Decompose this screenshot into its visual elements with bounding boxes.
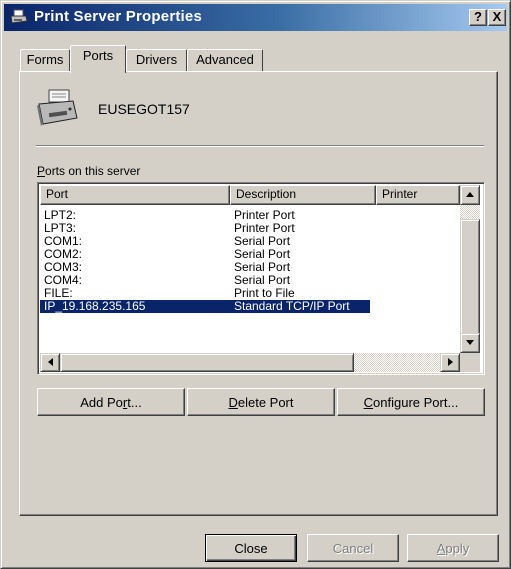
configure-port-button[interactable]: Configure Port... xyxy=(337,388,485,416)
server-name: EUSEGOT157 xyxy=(98,101,190,117)
delete-port-button[interactable]: Delete Port xyxy=(187,388,335,416)
help-button[interactable]: ? xyxy=(469,9,487,26)
scroll-up-button[interactable] xyxy=(460,185,480,205)
apply-button[interactable]: Apply xyxy=(407,534,499,562)
arrow-up-icon xyxy=(466,192,474,197)
horizontal-scroll-thumb[interactable] xyxy=(60,353,354,372)
close-button[interactable]: Close xyxy=(205,534,297,562)
printer-icon xyxy=(10,9,28,24)
vertical-scroll-thumb[interactable] xyxy=(460,219,480,337)
ports-list[interactable]: Port Description Printer LPT2: Printer P… xyxy=(37,182,485,375)
horizontal-scrollbar[interactable] xyxy=(40,353,460,372)
separator-line xyxy=(36,145,484,147)
tab-forms[interactable]: Forms xyxy=(20,49,70,71)
scrollbar-corner xyxy=(460,353,480,372)
scroll-right-button[interactable] xyxy=(440,353,460,372)
column-header-port[interactable]: Port xyxy=(40,185,230,205)
add-port-button[interactable]: Add Port... xyxy=(37,388,185,416)
arrow-left-icon xyxy=(47,358,53,366)
tab-advanced[interactable]: Advanced xyxy=(187,49,263,71)
cancel-button[interactable]: Cancel xyxy=(307,534,399,562)
window-title: Print Server Properties xyxy=(34,8,203,25)
arrow-down-icon xyxy=(466,340,474,345)
vertical-scrollbar[interactable] xyxy=(460,185,480,353)
column-header-printer[interactable]: Printer xyxy=(376,185,460,205)
port-cell: IP_19.168.235.165 xyxy=(44,299,146,313)
scroll-left-button[interactable] xyxy=(40,353,60,372)
ports-on-server-label: Ports on this server xyxy=(37,164,141,178)
column-header-description[interactable]: Description xyxy=(230,185,376,205)
print-server-properties-dialog: Print Server Properties ? X Forms Ports … xyxy=(0,0,511,569)
tab-drivers[interactable]: Drivers xyxy=(126,49,187,71)
list-item-selected[interactable]: IP_19.168.235.165 Standard TCP/IP Port xyxy=(40,300,370,313)
close-window-button[interactable]: X xyxy=(488,9,506,26)
title-bar[interactable]: Print Server Properties ? X xyxy=(4,4,507,31)
scroll-down-button[interactable] xyxy=(460,333,480,353)
tab-ports[interactable]: Ports xyxy=(70,45,126,73)
arrow-right-icon xyxy=(447,358,453,366)
printer-server-icon xyxy=(37,89,78,126)
description-cell: Standard TCP/IP Port xyxy=(234,299,350,313)
